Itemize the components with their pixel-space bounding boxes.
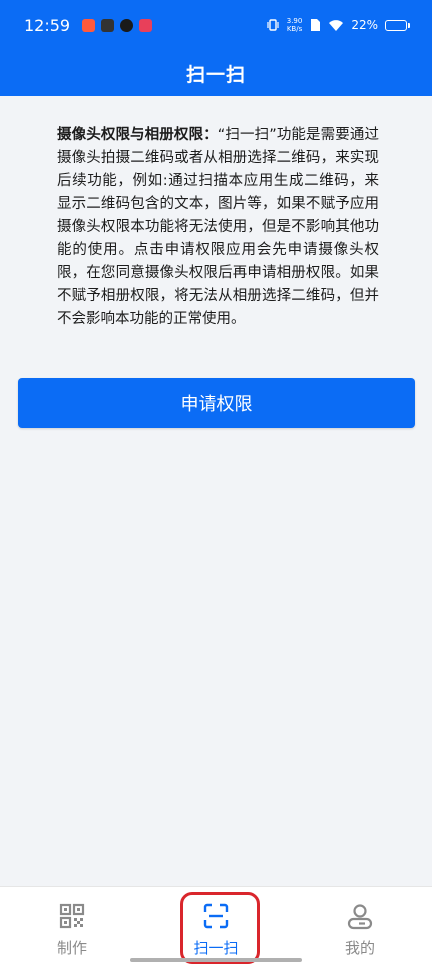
notification-swirl-icon — [120, 18, 134, 32]
status-bar: 12:59 3.90 KB/s 22% — [0, 0, 432, 50]
tab-mine[interactable]: 我的 — [288, 887, 432, 964]
status-left: 12:59 — [24, 15, 153, 35]
vibrate-icon — [267, 19, 279, 31]
permission-text: “扫一扫”功能是需要通过摄像头拍摄二维码或者从相册选择二维码，来实现后续功能，例… — [57, 127, 379, 327]
sim-icon — [311, 19, 321, 31]
tab-mine-label: 我的 — [344, 939, 375, 957]
notification-shop-icon — [139, 18, 153, 32]
active-tab-highlight — [180, 892, 260, 964]
user-icon — [347, 904, 373, 930]
qr-code-icon — [59, 903, 85, 929]
speed-unit: KB/s — [286, 25, 303, 33]
permission-bold-label: 摄像头权限与相册权限： — [57, 127, 218, 143]
network-speed: 3.90 KB/s — [287, 17, 303, 33]
title-bar: 扫一扫 — [0, 50, 432, 96]
tab-create-label: 制作 — [56, 939, 87, 957]
status-time: 12:59 — [24, 15, 71, 35]
battery-icon — [385, 19, 410, 31]
apply-permission-button[interactable]: 申请权限 — [18, 378, 415, 428]
page-title: 扫一扫 — [185, 63, 246, 86]
permission-description: 摄像头权限与相册权限：“扫一扫”功能是需要通过摄像头拍摄二维码或者从相册选择二维… — [57, 124, 379, 331]
notification-app-icon — [82, 18, 96, 32]
tab-create[interactable]: 制作 — [0, 887, 144, 964]
status-right: 3.90 KB/s 22% — [266, 17, 410, 33]
battery-percent: 22% — [351, 18, 378, 32]
speed-value: 3.90 — [286, 17, 303, 25]
wifi-icon — [329, 19, 344, 31]
notification-play-icon — [101, 18, 115, 32]
home-indicator[interactable] — [130, 958, 302, 962]
